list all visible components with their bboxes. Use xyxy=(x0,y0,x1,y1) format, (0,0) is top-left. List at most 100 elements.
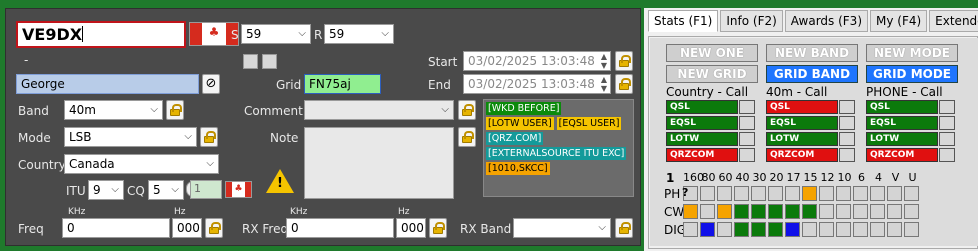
stat-button-new-band[interactable]: NEW BAND xyxy=(766,44,858,62)
cq-select[interactable]: 5 ⌵ xyxy=(148,180,184,200)
stat-button-grid-mode[interactable]: GRID MODE xyxy=(866,65,958,83)
tab-stats-f1-[interactable]: Stats (F1) xyxy=(648,10,719,32)
rig-indicator-1[interactable] xyxy=(243,54,258,69)
stat-button-grid-band[interactable]: GRID BAND xyxy=(766,65,858,83)
lock-band-icon[interactable] xyxy=(166,100,184,120)
rxband-select[interactable]: ⌵ xyxy=(513,218,611,238)
rig-indicator-2[interactable] xyxy=(262,54,277,69)
rst-received-select[interactable]: 59 ⌵ xyxy=(324,24,394,44)
band-cell[interactable] xyxy=(853,204,868,219)
band-cell[interactable] xyxy=(700,186,715,201)
band-cell[interactable] xyxy=(768,204,783,219)
band-select[interactable]: 40m ⌵ xyxy=(64,100,163,120)
band-cell[interactable] xyxy=(683,222,698,237)
country-select[interactable]: Canada ⌵ xyxy=(64,154,219,174)
itu-label: ITU xyxy=(66,184,86,198)
band-cell[interactable] xyxy=(870,204,885,219)
spinner-icon[interactable]: ▲ ▼ xyxy=(601,75,607,93)
band-cell[interactable] xyxy=(887,222,902,237)
lookup-icon[interactable]: ⊘ xyxy=(202,74,220,94)
band-cell[interactable] xyxy=(768,186,783,201)
band-cell[interactable] xyxy=(870,186,885,201)
band-cell[interactable] xyxy=(853,186,868,201)
band-cell[interactable] xyxy=(717,204,732,219)
country-value: Canada xyxy=(69,157,115,171)
help-icon[interactable]: ? xyxy=(682,186,688,199)
band-cell[interactable] xyxy=(819,186,834,201)
band-cell[interactable] xyxy=(904,186,919,201)
band-cell[interactable] xyxy=(785,186,800,201)
band-cell[interactable] xyxy=(802,204,817,219)
band-cell[interactable] xyxy=(836,186,851,201)
comment-select[interactable]: ⌵ xyxy=(304,100,454,120)
chevron-down-icon: ⌵ xyxy=(171,184,179,195)
band-cell[interactable] xyxy=(785,204,800,219)
end-datetime-input[interactable]: 03/02/2025 13:03:48 ▲ ▼ xyxy=(463,74,611,94)
stat-button-new-mode[interactable]: NEW MODE xyxy=(866,44,958,62)
band-cell[interactable] xyxy=(785,222,800,237)
band-cell[interactable] xyxy=(751,186,766,201)
lock-mode-icon[interactable] xyxy=(200,127,218,147)
band-cell[interactable] xyxy=(836,204,851,219)
start-datetime-value: 03/02/2025 13:03:48 xyxy=(468,54,595,68)
grid-label: Grid xyxy=(276,78,302,92)
callsign-input[interactable]: VE9DX xyxy=(16,21,186,48)
band-cell[interactable] xyxy=(904,222,919,237)
band-cell[interactable] xyxy=(819,204,834,219)
tab-info-f2-[interactable]: Info (F2) xyxy=(720,10,783,32)
band-cell[interactable] xyxy=(853,222,868,237)
stat-button-new-grid[interactable]: NEW GRID xyxy=(666,65,758,83)
band-cell[interactable] xyxy=(717,222,732,237)
band-cell[interactable] xyxy=(836,222,851,237)
rxfreq-khz-value: 0 xyxy=(291,221,299,235)
rxfreq-hz-input[interactable]: 000 xyxy=(396,218,426,238)
stat-button-new-one[interactable]: NEW ONE xyxy=(666,44,758,62)
rxfreq-khz-input[interactable]: 0 xyxy=(286,218,394,238)
start-datetime-input[interactable]: 03/02/2025 13:03:48 ▲ ▼ xyxy=(463,51,611,71)
rxfreq-hz-value: 000 xyxy=(401,221,424,235)
band-cell[interactable] xyxy=(819,222,834,237)
tab-extended[interactable]: Extended xyxy=(929,10,978,32)
band-cell[interactable] xyxy=(802,186,817,201)
band-cell[interactable] xyxy=(734,204,749,219)
freq-khz-input[interactable]: 0 xyxy=(62,218,170,238)
band-cell[interactable] xyxy=(683,204,698,219)
freq-hz-input[interactable]: 000 xyxy=(172,218,202,238)
lock-note-icon[interactable] xyxy=(458,127,476,147)
status-indicator xyxy=(839,100,855,114)
tab-awards-f3-[interactable]: Awards (F3) xyxy=(784,10,868,32)
band-label: 20 xyxy=(769,171,784,184)
rxband-label: RX Band xyxy=(460,222,512,236)
status-eqsl: EQSL xyxy=(866,116,938,130)
itu-select[interactable]: 9 ⌵ xyxy=(88,180,124,200)
note-textarea[interactable] xyxy=(304,127,454,199)
lock-rxband-icon[interactable] xyxy=(615,218,633,238)
band-cell[interactable] xyxy=(700,222,715,237)
band-cell[interactable] xyxy=(734,186,749,201)
band-cell[interactable] xyxy=(768,222,783,237)
lock-comment-icon[interactable] xyxy=(458,100,476,120)
lock-rxfreq-icon[interactable] xyxy=(429,218,447,238)
band-cell[interactable] xyxy=(734,222,749,237)
mode-select[interactable]: LSB ⌵ xyxy=(64,127,197,147)
band-cell[interactable] xyxy=(700,204,715,219)
country-label: Country xyxy=(18,158,66,172)
band-cell[interactable] xyxy=(870,222,885,237)
band-cell[interactable] xyxy=(751,222,766,237)
band-cell[interactable] xyxy=(887,204,902,219)
cq-label: CQ xyxy=(127,184,145,198)
lock-freq-icon[interactable] xyxy=(205,218,223,238)
lock-start-icon[interactable] xyxy=(615,51,633,71)
rst-sent-select[interactable]: 59 ⌵ xyxy=(241,24,311,44)
spinner-icon[interactable]: ▲ ▼ xyxy=(601,52,607,70)
lock-end-icon[interactable] xyxy=(615,74,633,94)
band-cell[interactable] xyxy=(904,204,919,219)
callsign-value: VE9DX xyxy=(22,25,83,44)
tab-my-f4-[interactable]: My (F4) xyxy=(870,10,928,32)
band-cell[interactable] xyxy=(887,186,902,201)
band-cell[interactable] xyxy=(802,222,817,237)
band-cell[interactable] xyxy=(751,204,766,219)
name-input[interactable]: George xyxy=(16,74,199,94)
band-cell[interactable] xyxy=(717,186,732,201)
grid-input[interactable]: FN75aj xyxy=(304,74,381,94)
